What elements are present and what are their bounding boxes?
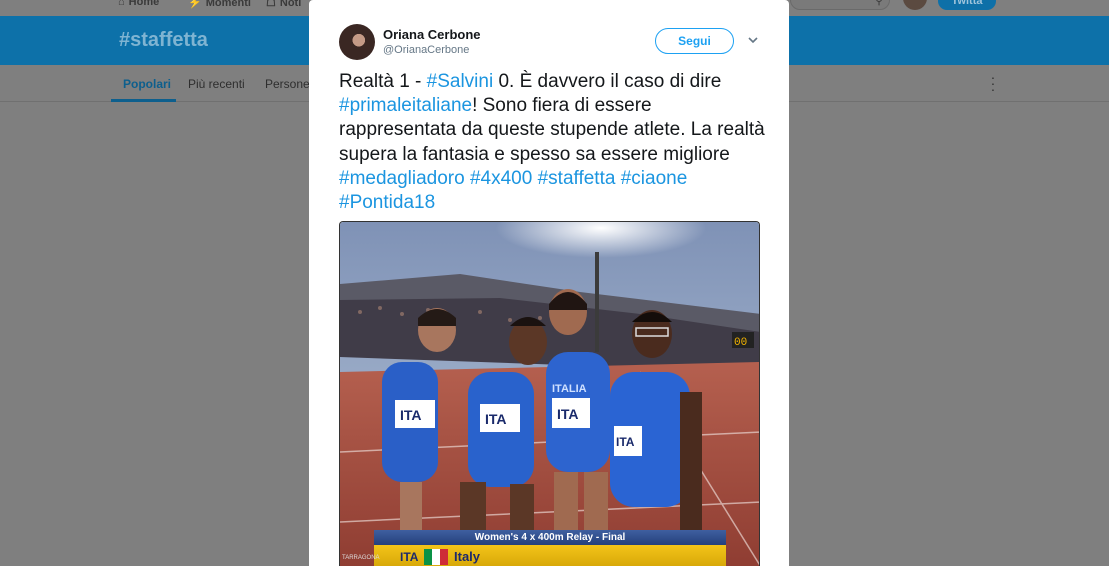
user-avatar[interactable]: [903, 0, 927, 10]
jersey-text: ITALIA: [552, 383, 587, 395]
tab-piu-recenti[interactable]: Più recenti: [188, 77, 245, 91]
tweet-text-part: 0. È davvero il caso di dire: [493, 71, 722, 92]
chevron-down-icon[interactable]: [746, 33, 760, 47]
hashtag-link[interactable]: #staffetta: [538, 168, 616, 189]
home-icon: ⌂: [118, 0, 125, 8]
scoreboard-digits: 00: [734, 337, 747, 349]
hashtag-link[interactable]: #Salvini: [427, 71, 494, 92]
more-vertical-icon[interactable]: · · ·: [989, 70, 997, 96]
hashtag-link[interactable]: #ciaone: [621, 168, 688, 189]
tweet-text-part: Realtà 1 -: [339, 71, 427, 92]
italy-flag-icon: [424, 549, 448, 565]
tweet-modal: Oriana Cerbone @OrianaCerbone Segui Real…: [309, 0, 789, 566]
tab-persone[interactable]: Persone: [265, 77, 310, 91]
author-name[interactable]: Oriana Cerbone: [383, 27, 481, 42]
nav-notifications[interactable]: ☖ Noti: [266, 0, 301, 9]
hashtag-link[interactable]: #primaleitaliane: [339, 95, 472, 116]
nav-notifications-label: Noti: [279, 0, 302, 9]
tweet-photo[interactable]: 00 ITA ITA ITALIA ITA ITA Women's 4 x 40…: [339, 221, 760, 566]
nav-moments[interactable]: ⚡ Momenti: [188, 0, 251, 9]
bib-4: ITA: [616, 435, 635, 449]
tab-popolari[interactable]: Popolari: [123, 77, 171, 91]
country-code: ITA: [400, 550, 419, 564]
follow-button[interactable]: Segui: [655, 28, 734, 54]
bib-3: ITA: [557, 406, 579, 422]
search-icon: ⚲: [874, 0, 883, 7]
broadcast-logo: TARRAGONA: [342, 555, 380, 561]
bib-2: ITA: [485, 411, 507, 427]
nav-moments-label: Momenti: [205, 0, 251, 9]
bib-1: ITA: [400, 407, 422, 423]
broadcast-result-bar: ITA Italy: [374, 545, 726, 566]
athletes-photo: 00 ITA ITA ITALIA ITA ITA: [340, 222, 759, 566]
author-handle[interactable]: @OrianaCerbone: [383, 44, 469, 56]
moments-icon: ⚡: [188, 0, 202, 9]
hashtag-link[interactable]: #Pontida18: [339, 192, 435, 213]
tweet-text: Realtà 1 - #Salvini 0. È davvero il caso…: [339, 70, 769, 215]
nav-home-label: Home: [128, 0, 160, 8]
page-title: #staffetta: [119, 29, 208, 51]
country-name: Italy: [454, 549, 481, 564]
active-tab-indicator: [111, 99, 176, 102]
author-avatar[interactable]: [339, 24, 375, 60]
hashtag-link[interactable]: #4x400: [470, 168, 532, 189]
tweet-button[interactable]: Twitta: [938, 0, 996, 10]
bell-icon: ☖: [266, 0, 276, 9]
search-input[interactable]: ⚲: [790, 0, 890, 10]
nav-home[interactable]: ⌂ Home: [118, 0, 159, 8]
broadcast-caption: Women's 4 x 400m Relay - Final: [374, 530, 726, 545]
hashtag-link[interactable]: #medagliadoro: [339, 168, 465, 189]
